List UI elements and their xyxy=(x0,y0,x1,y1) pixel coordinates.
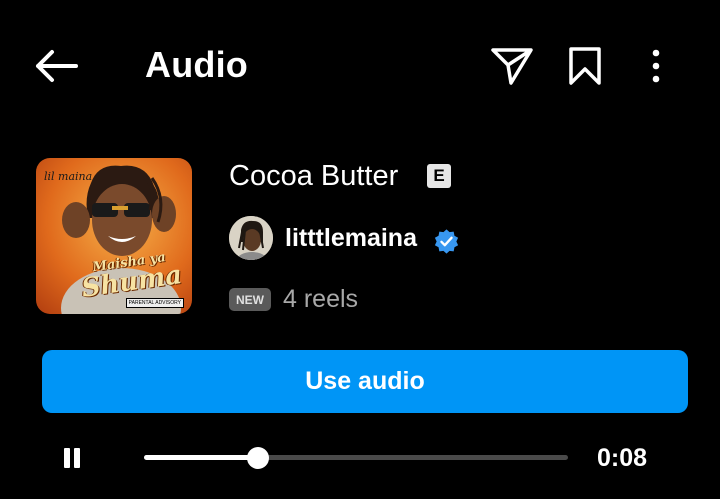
album-cover[interactable]: lil maina Maisha ya Shuma PARENTAL ADVIS… xyxy=(36,158,192,314)
top-bar: Audio xyxy=(0,0,720,130)
arrow-left-icon xyxy=(36,50,78,82)
elapsed-time: 0:08 xyxy=(597,444,648,472)
song-title: Cocoa Butter xyxy=(229,160,399,192)
more-options-button[interactable] xyxy=(636,42,676,90)
back-button[interactable] xyxy=(28,44,84,88)
progress-thumb[interactable] xyxy=(247,447,270,469)
progress-track[interactable] xyxy=(144,447,568,469)
avatar-image xyxy=(229,216,273,260)
explicit-badge: E xyxy=(427,164,451,188)
verified-badge-icon xyxy=(434,229,459,254)
pause-button[interactable] xyxy=(56,440,88,476)
parental-advisory-badge: PARENTAL ADVISORY xyxy=(125,298,184,308)
pause-icon xyxy=(64,448,70,468)
cover-artist-text: lil maina xyxy=(44,170,93,183)
page-title: Audio xyxy=(145,44,248,85)
use-audio-button[interactable]: Use audio xyxy=(42,350,688,413)
reels-count[interactable]: 4 reels xyxy=(283,285,358,314)
new-badge: NEW xyxy=(229,288,271,311)
more-vertical-icon xyxy=(652,49,660,83)
progress-fill xyxy=(144,455,259,460)
artist-avatar[interactable] xyxy=(229,216,273,260)
artist-name[interactable]: litttlemaina xyxy=(285,224,417,253)
save-button[interactable] xyxy=(561,42,609,90)
share-button[interactable] xyxy=(486,42,538,90)
bookmark-icon xyxy=(569,47,601,85)
pause-icon-bar xyxy=(74,448,80,468)
send-icon xyxy=(491,48,533,85)
